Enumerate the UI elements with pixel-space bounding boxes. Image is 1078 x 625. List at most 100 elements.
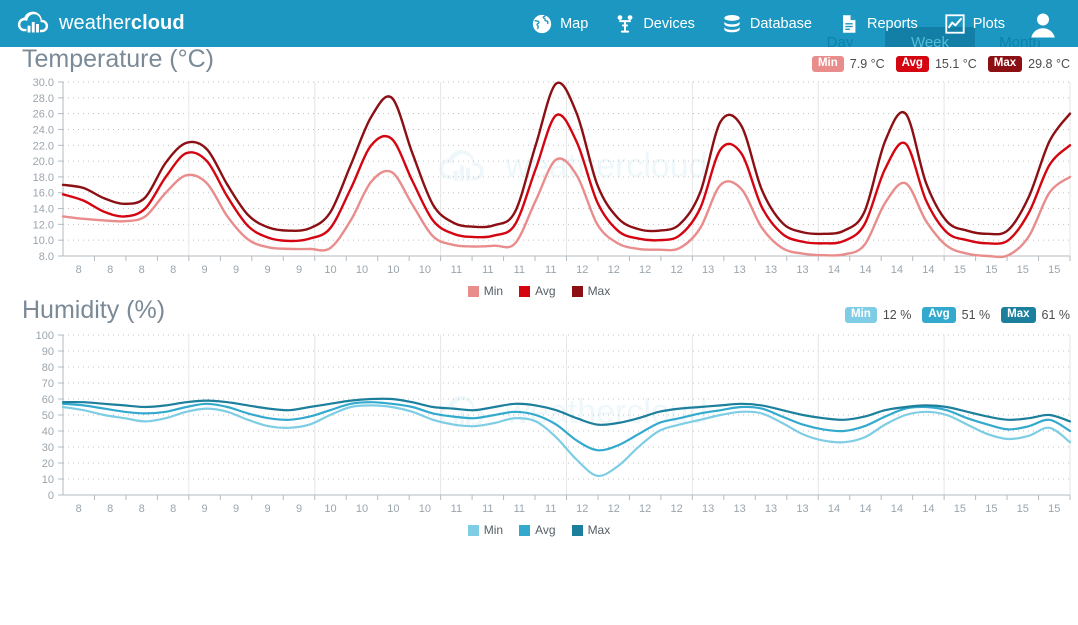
svg-text:15: 15	[1048, 503, 1060, 515]
svg-text:10: 10	[324, 264, 336, 276]
nav-item-devices[interactable]: Devices	[601, 0, 708, 47]
svg-text:8: 8	[76, 503, 82, 515]
svg-text:15: 15	[954, 503, 966, 515]
nav-item-reports[interactable]: Reports	[825, 0, 931, 47]
svg-text:10: 10	[387, 503, 399, 515]
svg-text:9: 9	[296, 503, 302, 515]
temperature-min-badge: Min	[812, 56, 844, 73]
svg-text:14: 14	[859, 503, 871, 515]
svg-text:12: 12	[639, 264, 651, 276]
svg-text:11: 11	[482, 503, 493, 515]
svg-text:14: 14	[828, 503, 840, 515]
temperature-max-value: 29.8 °C	[1028, 57, 1070, 71]
temperature-legend-max: Max	[572, 284, 611, 298]
svg-text:12: 12	[608, 503, 620, 515]
nav-item-database[interactable]: Database	[708, 0, 825, 47]
humidity-stats: Min 12 % Avg 51 % Max 61 %	[845, 307, 1070, 324]
humidity-stat-max: Max 61 %	[1001, 307, 1070, 324]
svg-text:13: 13	[702, 503, 714, 515]
humidity-stat-avg: Avg 51 %	[922, 307, 990, 324]
nav-item-database-label: Database	[750, 16, 812, 32]
nav-item-map-label: Map	[560, 16, 588, 32]
svg-text:13: 13	[796, 264, 808, 276]
svg-text:20.0: 20.0	[33, 156, 54, 168]
svg-text:weathercloud: weathercloud	[504, 147, 707, 185]
temperature-stat-min: Min 7.9 °C	[812, 56, 885, 73]
svg-text:11: 11	[514, 264, 525, 276]
svg-text:20: 20	[42, 458, 54, 470]
svg-text:100: 100	[36, 330, 54, 342]
svg-text:11: 11	[514, 503, 525, 515]
brand-logo-link[interactable]: weathercloud	[16, 9, 185, 39]
brand-name-light: weather	[59, 12, 131, 34]
temperature-legend-max-label: Max	[588, 284, 611, 298]
humidity-avg-value: 51 %	[962, 308, 991, 322]
temperature-title: Temperature (°C)	[22, 47, 214, 72]
temperature-section: Temperature (°C) Min 7.9 °C Avg 15.1 °C …	[0, 47, 1078, 298]
humidity-max-value: 61 %	[1042, 308, 1071, 322]
nav-item-map[interactable]: Map	[518, 0, 601, 47]
document-icon	[838, 13, 860, 35]
svg-text:60: 60	[42, 394, 54, 406]
nav-item-devices-label: Devices	[643, 16, 695, 32]
svg-text:8: 8	[170, 264, 176, 276]
svg-text:12.0: 12.0	[33, 219, 54, 231]
nav-item-plots-label: Plots	[973, 16, 1005, 32]
humidity-legend-max-swatch	[572, 525, 583, 536]
cloud-bars-logo-icon	[16, 9, 50, 39]
svg-text:10: 10	[356, 264, 368, 276]
svg-text:11: 11	[545, 503, 556, 515]
temperature-min-value: 7.9 °C	[850, 57, 885, 71]
svg-text:11: 11	[545, 264, 556, 276]
svg-text:13: 13	[796, 503, 808, 515]
user-menu-button[interactable]	[1018, 0, 1072, 47]
temperature-legend-avg: Avg	[519, 284, 555, 298]
nav-item-plots[interactable]: Plots	[931, 0, 1018, 47]
svg-text:8: 8	[107, 264, 113, 276]
svg-text:90: 90	[42, 346, 54, 358]
svg-text:15: 15	[954, 264, 966, 276]
humidity-title: Humidity (%)	[22, 298, 165, 323]
svg-text:9: 9	[202, 503, 208, 515]
user-avatar-icon	[1026, 7, 1060, 41]
svg-text:30: 30	[42, 442, 54, 454]
humidity-min-badge: Min	[845, 307, 877, 324]
svg-text:10.0: 10.0	[33, 235, 54, 247]
svg-text:12: 12	[576, 503, 588, 515]
line-chart-icon	[944, 13, 966, 35]
temperature-stats: Min 7.9 °C Avg 15.1 °C Max 29.8 °C	[812, 56, 1070, 73]
svg-text:12: 12	[608, 264, 620, 276]
svg-text:12: 12	[671, 503, 683, 515]
svg-text:9: 9	[296, 264, 302, 276]
svg-text:15: 15	[1017, 264, 1029, 276]
svg-text:15: 15	[1017, 503, 1029, 515]
humidity-legend-avg-label: Avg	[535, 523, 555, 537]
svg-text:13: 13	[765, 503, 777, 515]
svg-text:14: 14	[922, 503, 934, 515]
svg-text:14: 14	[859, 264, 871, 276]
svg-text:14.0: 14.0	[33, 204, 54, 216]
app-header: Day Week Month weathercloud Map	[0, 0, 1078, 47]
svg-text:16.0: 16.0	[33, 188, 54, 200]
svg-text:8: 8	[76, 264, 82, 276]
temperature-avg-value: 15.1 °C	[935, 57, 977, 71]
svg-text:13: 13	[702, 264, 714, 276]
svg-text:12: 12	[671, 264, 683, 276]
temperature-legend-avg-label: Avg	[535, 284, 555, 298]
svg-text:8: 8	[139, 503, 145, 515]
humidity-chart[interactable]: weathercloud0102030405060708090100888899…	[0, 323, 1078, 537]
temperature-stat-avg: Avg 15.1 °C	[896, 56, 977, 73]
svg-text:50: 50	[42, 410, 54, 422]
svg-text:12: 12	[639, 503, 651, 515]
humidity-avg-badge: Avg	[922, 307, 955, 324]
svg-text:22.0: 22.0	[33, 140, 54, 152]
svg-text:8: 8	[170, 503, 176, 515]
svg-text:8: 8	[139, 264, 145, 276]
svg-text:30.0: 30.0	[33, 77, 54, 89]
svg-text:14: 14	[891, 503, 903, 515]
humidity-stat-min: Min 12 %	[845, 307, 911, 324]
humidity-min-value: 12 %	[883, 308, 912, 322]
temperature-chart[interactable]: weathercloud8.010.012.014.016.018.020.02…	[0, 72, 1078, 298]
svg-text:15: 15	[985, 503, 997, 515]
svg-text:80: 80	[42, 362, 54, 374]
